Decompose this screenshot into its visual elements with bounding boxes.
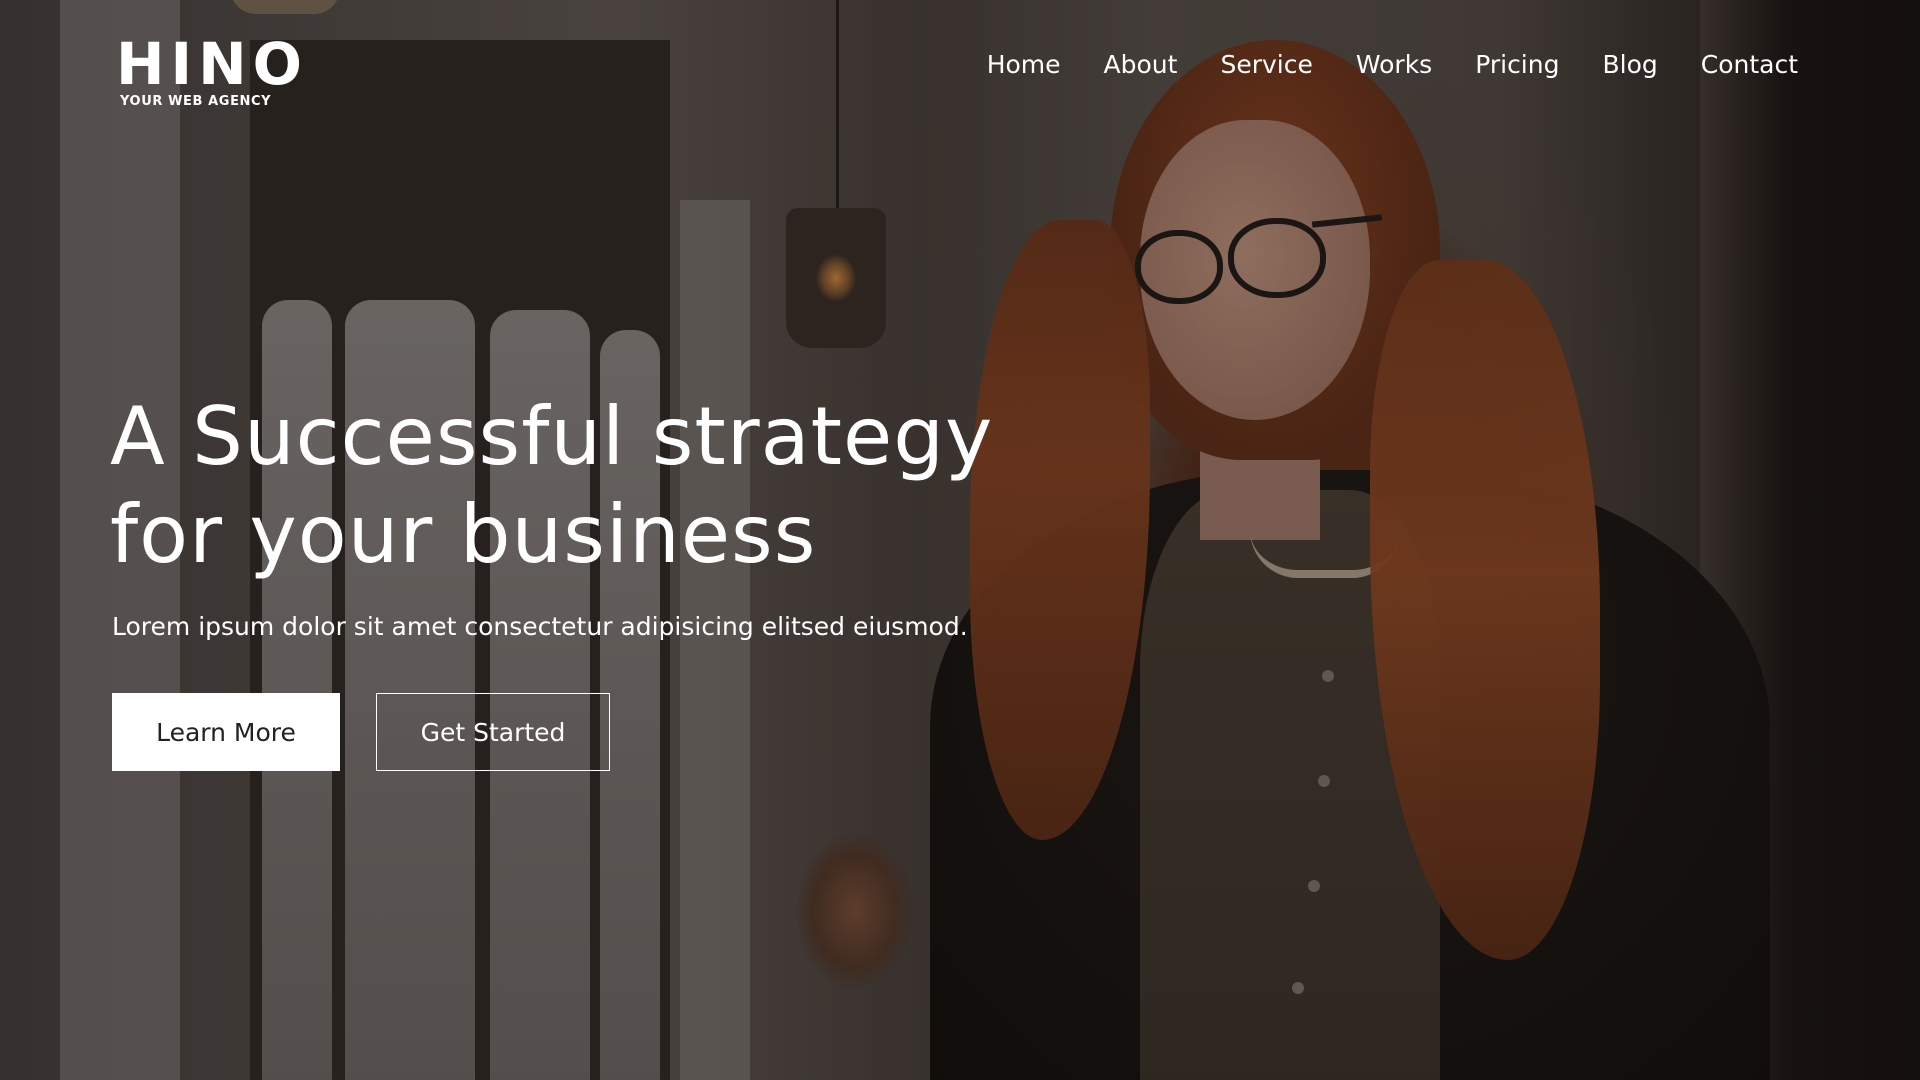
nav-works[interactable]: Works <box>1356 48 1432 82</box>
nav-contact[interactable]: Contact <box>1701 48 1798 82</box>
logo-wordmark: HINO <box>116 30 308 98</box>
nav-pricing[interactable]: Pricing <box>1475 48 1559 82</box>
hero-section: HINO YOUR WEB AGENCY Home About Service … <box>0 0 1920 1080</box>
hero-headline-line-1: A Successful strategy <box>110 390 994 483</box>
nav-home[interactable]: Home <box>987 48 1061 82</box>
main-nav: Home About Service Works Pricing Blog Co… <box>987 48 1798 82</box>
learn-more-button[interactable]: Learn More <box>112 693 340 771</box>
nav-blog[interactable]: Blog <box>1602 48 1657 82</box>
hero-headline: A Successful strategy for your business <box>110 388 1010 584</box>
site-logo[interactable]: HINO YOUR WEB AGENCY <box>116 34 308 109</box>
hero-subtext: Lorem ipsum dolor sit amet consectetur a… <box>112 612 968 641</box>
hero-headline-line-2: for your business <box>110 488 817 581</box>
nav-about[interactable]: About <box>1104 48 1178 82</box>
get-started-button[interactable]: Get Started <box>376 693 610 771</box>
nav-service[interactable]: Service <box>1220 48 1312 82</box>
